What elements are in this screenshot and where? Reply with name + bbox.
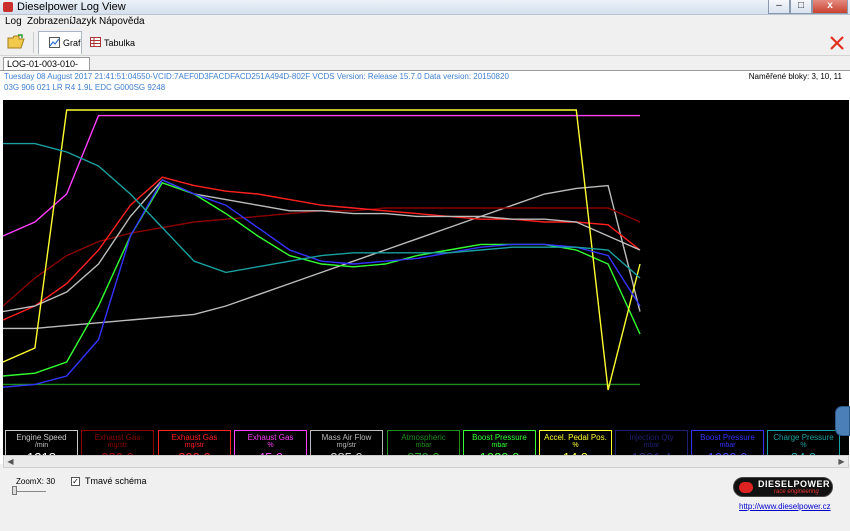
gauge-unit: mg/str <box>107 442 128 449</box>
scroll-left-icon[interactable]: ◀ <box>5 456 16 467</box>
gauge-name: Exhaust Gas <box>94 433 141 442</box>
file-tab[interactable]: LOG-01-003-010-011.csv <box>3 57 90 79</box>
gauge-unit: % <box>572 442 579 449</box>
logo-sub-text: race engineering <box>774 489 819 495</box>
series-line-2 <box>3 176 641 321</box>
gauge-name: Accel. Pedal Pos. <box>544 433 607 442</box>
tab-table-label: Tabulka <box>104 38 136 48</box>
logo-mark-icon <box>739 482 753 493</box>
series-line-1 <box>3 207 641 307</box>
zoom-slider-handle[interactable] <box>12 486 17 495</box>
gauge-unit: mbar <box>491 442 508 449</box>
window-title: Dieselpower Log View <box>17 1 126 13</box>
log-info-line1: Tuesday 08 August 2017 21:41:51:04550-VC… <box>4 72 509 81</box>
menu-log[interactable]: Log <box>5 16 22 27</box>
gauge-unit: /min <box>34 442 49 449</box>
log-chart-svg <box>3 109 641 391</box>
gauge-name: Injection Qty <box>629 433 674 442</box>
menu-bar: Log Zobrazení Jazyk Nápověda <box>0 15 850 29</box>
gauge-unit: mg/str <box>336 442 357 449</box>
gauge-name: Mass Air Flow <box>321 433 372 442</box>
gauge-name: Boost Pressure <box>700 433 755 442</box>
logo-main-text: DIESELPOWER <box>758 479 831 489</box>
side-panel-toggle[interactable] <box>835 406 850 436</box>
toolbar: Graf Tabulka <box>0 29 850 56</box>
horizontal-scrollbar[interactable]: ◀ ▶ <box>3 455 849 468</box>
measured-blocks: Naměřené bloky: 3, 10, 11 <box>748 72 842 81</box>
website-link[interactable]: http://www.dieselpower.cz <box>739 502 831 511</box>
gauge-name: Charge Pressure <box>773 433 834 442</box>
series-line-3 <box>3 114 640 237</box>
gauge-name: Atmospheric <box>401 433 446 442</box>
gauge-name: Exhaust Gas <box>171 433 218 442</box>
dark-scheme-label: Tmavé schéma <box>85 476 147 486</box>
log-chart[interactable]: Engine Speed/min1218Exhaust Gasmg/str220… <box>3 100 849 485</box>
dieselpower-logo: DIESELPOWER race engineering <box>733 477 833 497</box>
maximize-button[interactable]: □ <box>790 0 812 14</box>
close-window-button[interactable]: x <box>812 0 848 14</box>
gauge-name: Exhaust Gas <box>247 433 294 442</box>
open-folder-icon[interactable] <box>7 34 25 50</box>
gauge-unit: mbar <box>719 442 736 449</box>
log-panel: Tuesday 08 August 2017 21:41:51:04550-VC… <box>0 70 850 485</box>
graph-icon <box>49 37 60 48</box>
table-icon <box>90 37 101 47</box>
minimize-button[interactable]: – <box>768 0 790 14</box>
menu-napoveda[interactable]: Nápověda <box>99 16 145 27</box>
close-log-icon[interactable] <box>829 35 845 51</box>
series-line-6 <box>3 181 641 377</box>
series-line-4 <box>3 179 641 313</box>
log-info-line2: 03G 906 021 LR R4 1.9L EDC G000SG 9248 <box>4 83 166 92</box>
tab-graph[interactable]: Graf <box>38 31 82 54</box>
scroll-right-icon[interactable]: ▶ <box>836 456 847 467</box>
window-titlebar: Dieselpower Log View – □ x <box>0 0 850 15</box>
zoom-label: ZoomX: 30 <box>16 477 56 486</box>
bottom-bar: ZoomX: 30 ✓ Tmavé schéma DIESELPOWER rac… <box>0 469 850 531</box>
gauge-unit: mg/str <box>184 442 205 449</box>
zoom-slider-track[interactable] <box>12 491 46 494</box>
tab-graph-label: Graf <box>63 38 81 48</box>
gauge-unit: mbar <box>643 442 660 449</box>
gauge-unit: mbar <box>415 442 432 449</box>
menu-zobrazeni[interactable]: Zobrazení <box>27 16 72 27</box>
gauge-unit: % <box>267 442 274 449</box>
gauge-unit: % <box>800 442 807 449</box>
dark-scheme-checkbox[interactable]: ✓ <box>71 477 80 486</box>
toolbar-separator <box>33 32 34 53</box>
app-icon <box>3 2 13 12</box>
gauge-name: Boost Pressure <box>472 433 527 442</box>
tab-table[interactable]: Tabulka <box>90 31 136 54</box>
menu-jazyk[interactable]: Jazyk <box>71 16 97 27</box>
gauge-name: Engine Speed <box>16 433 67 442</box>
